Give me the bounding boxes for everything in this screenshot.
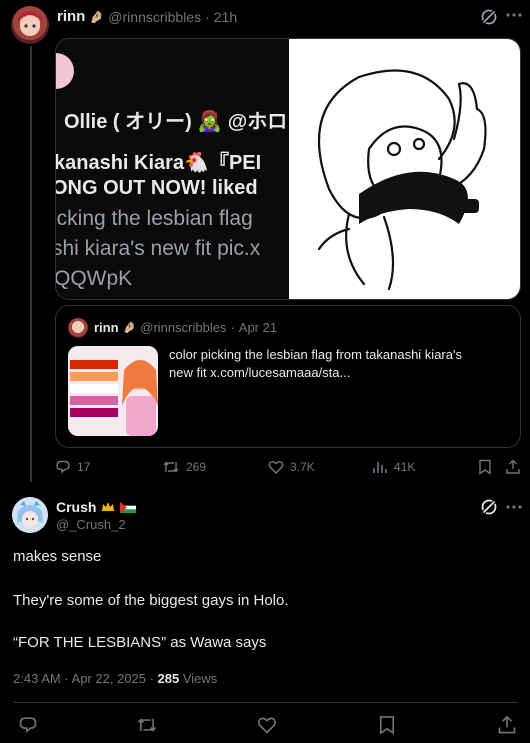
bookmark-icon[interactable] bbox=[478, 459, 492, 475]
avatar bbox=[56, 53, 74, 89]
repost-icon[interactable] bbox=[136, 715, 158, 735]
views-button[interactable]: 41K bbox=[372, 459, 415, 475]
author-name[interactable]: rinn bbox=[57, 8, 85, 25]
repost-count: 269 bbox=[186, 460, 207, 474]
screenshot-line: ONG OUT NOW! liked bbox=[56, 177, 258, 199]
more-icon[interactable] bbox=[506, 12, 522, 18]
separator-dot: · bbox=[230, 320, 235, 335]
media-attachment[interactable]: Ollie ( オリー) 🧟‍♀️ @ホロ kanashi Kiara🐔『PEI… bbox=[55, 38, 521, 300]
views-count: 41K bbox=[394, 460, 416, 474]
repost-icon bbox=[162, 459, 180, 475]
quote-author-name: rinn bbox=[94, 320, 119, 335]
views-icon bbox=[372, 459, 388, 475]
quote-thumbnail bbox=[68, 346, 158, 436]
quote-header: rinn 🤌🏼 @rinnscribbles · Apr 21 bbox=[94, 320, 277, 335]
reply-icon bbox=[55, 459, 71, 475]
crown-icon bbox=[101, 500, 115, 514]
grok-icon[interactable] bbox=[480, 8, 498, 26]
avatar[interactable] bbox=[11, 6, 49, 44]
like-button[interactable]: 3.7K bbox=[268, 459, 315, 475]
screenshot-line: icking the lesbian flag bbox=[56, 207, 253, 230]
separator-dot: · bbox=[205, 8, 210, 25]
thread-line bbox=[30, 46, 32, 482]
quote-text: color picking the lesbian flag from taka… bbox=[169, 346, 514, 382]
bookmark-icon[interactable] bbox=[378, 715, 396, 735]
quote-time: Apr 21 bbox=[238, 320, 278, 335]
author-handle[interactable]: @_Crush_2 bbox=[56, 517, 126, 532]
reply-count: 17 bbox=[77, 460, 91, 474]
repost-button[interactable]: 269 bbox=[162, 459, 206, 475]
screenshot-image: Ollie ( オリー) 🧟‍♀️ @ホロ kanashi Kiara🐔『PEI… bbox=[56, 39, 289, 299]
avatar[interactable] bbox=[12, 497, 48, 533]
quote-text-line: color picking the lesbian flag from taka… bbox=[169, 347, 462, 362]
post-timestamp[interactable]: 2:43 AM · Apr 22, 2025 · bbox=[13, 671, 158, 686]
share-icon[interactable] bbox=[497, 715, 517, 735]
post-time[interactable]: 21h bbox=[214, 9, 237, 25]
palestine-flag-icon bbox=[120, 501, 137, 513]
reply-icon[interactable] bbox=[18, 715, 38, 735]
like-icon[interactable] bbox=[257, 715, 277, 735]
screenshot-line: shi kiara's new fit pic.x bbox=[56, 237, 261, 260]
like-icon bbox=[268, 459, 284, 475]
views-label: Views bbox=[179, 671, 218, 686]
post-header: rinn 🤌🏼 @rinnscribbles · 21h bbox=[57, 8, 237, 25]
post-meta: 2:43 AM · Apr 22, 2025 · 285 Views bbox=[13, 671, 217, 686]
author-handle[interactable]: @rinnscribbles bbox=[108, 9, 201, 25]
screenshot-line: kanashi Kiara🐔『PEI bbox=[56, 152, 262, 174]
post-header: Crush bbox=[56, 499, 137, 515]
post-text-line: They're some of the biggest gays in Holo… bbox=[13, 592, 289, 609]
divider bbox=[13, 702, 518, 703]
quoted-post[interactable]: rinn 🤌🏼 @rinnscribbles · Apr 21 color pi… bbox=[55, 305, 521, 448]
post-text-line: makes sense bbox=[13, 548, 102, 565]
grok-icon[interactable] bbox=[480, 498, 498, 516]
share-icon[interactable] bbox=[505, 459, 521, 475]
views-count: 285 bbox=[157, 671, 180, 686]
quote-text-line: new fit x.com/lucesamaaa/sta... bbox=[169, 365, 351, 380]
drawing-image bbox=[289, 39, 520, 299]
quote-author-emoji: 🤌🏼 bbox=[122, 322, 137, 334]
reply-button[interactable]: 17 bbox=[55, 459, 90, 475]
more-icon[interactable] bbox=[506, 504, 522, 510]
screenshot-line: QQWpK bbox=[56, 267, 133, 290]
post-text-line: “FOR THE LESBIANS” as Wawa says bbox=[13, 634, 267, 651]
screenshot-line: Ollie ( オリー) 🧟‍♀️ @ホロ bbox=[64, 111, 288, 133]
author-name[interactable]: Crush bbox=[56, 499, 96, 515]
avatar bbox=[68, 318, 88, 338]
author-emoji: 🤌🏼 bbox=[89, 9, 105, 24]
like-count: 3.7K bbox=[290, 460, 315, 474]
quote-author-handle: @rinnscribbles bbox=[140, 320, 227, 335]
